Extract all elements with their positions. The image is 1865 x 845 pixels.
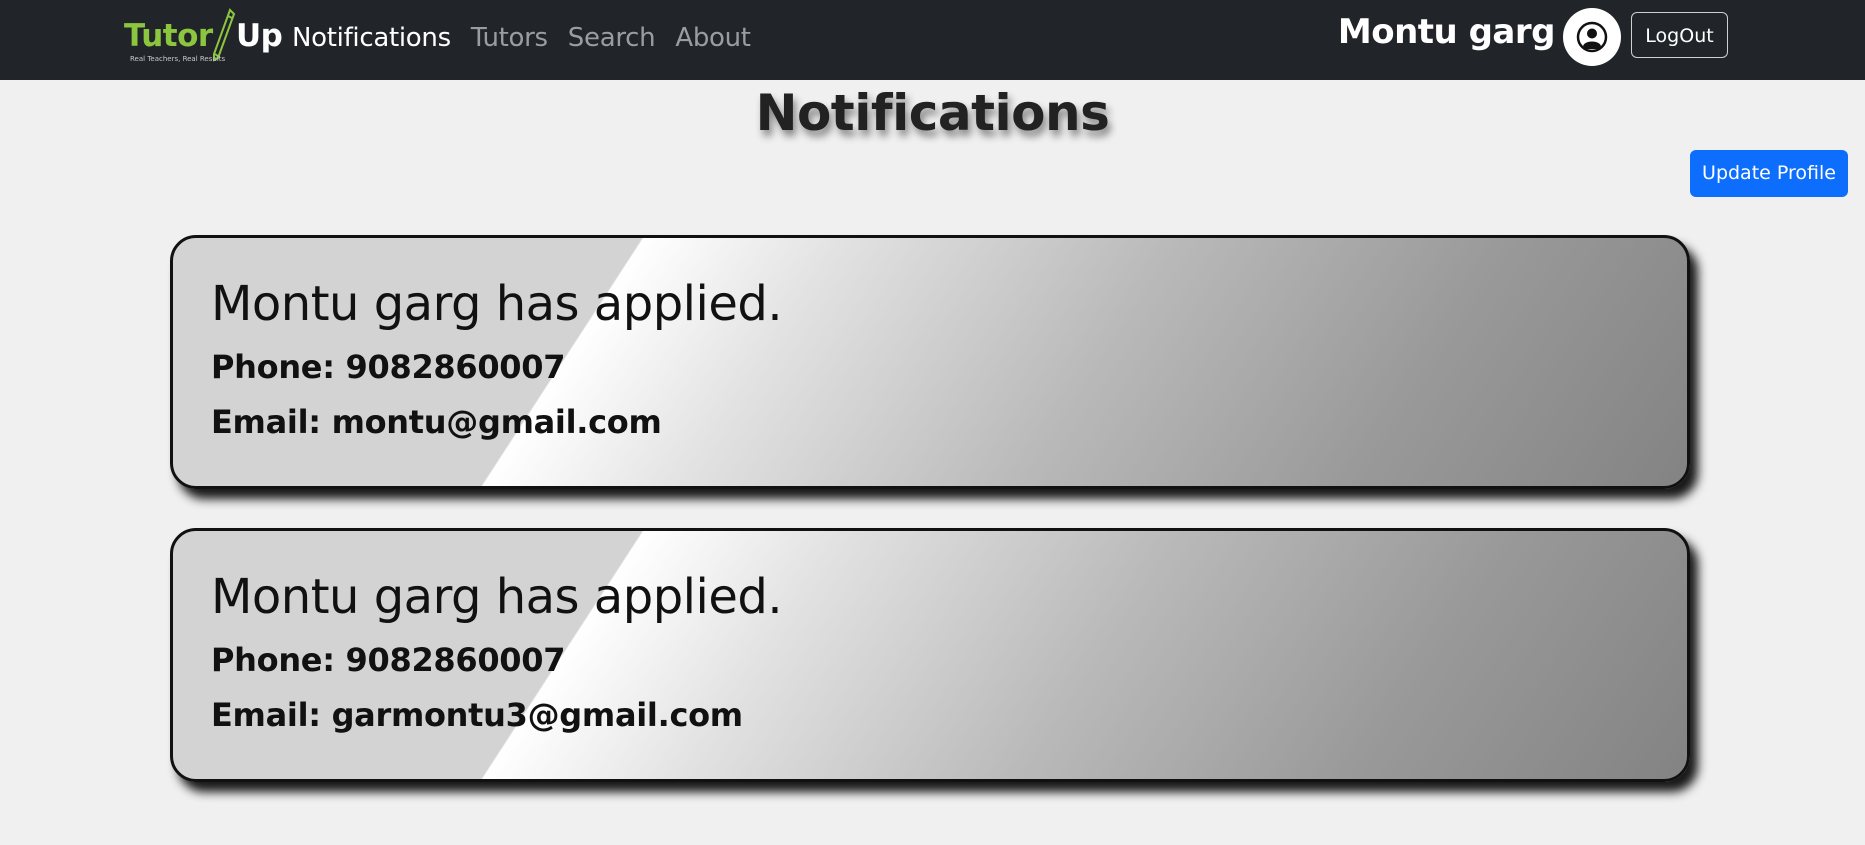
user-circle-icon	[1576, 21, 1608, 53]
brand-tagline: Real Teachers, Real Results	[130, 55, 226, 63]
notification-heading: Montu garg has applied.	[211, 569, 783, 625]
nav-link-search[interactable]: Search	[568, 18, 656, 58]
logout-button[interactable]: LogOut	[1631, 12, 1728, 58]
nav-link-notifications[interactable]: Notifications	[292, 18, 451, 58]
notification-heading: Montu garg has applied.	[211, 276, 783, 332]
notification-email: Email: garmontu3@gmail.com	[211, 696, 743, 734]
notification-email: Email: montu@gmail.com	[211, 403, 662, 441]
nav-link-about[interactable]: About	[675, 18, 751, 58]
brand-word-up: Up	[236, 18, 283, 54]
user-name: Montu garg	[1337, 12, 1556, 52]
notification-phone: Phone: 9082860007	[211, 641, 566, 679]
page-title: Notifications	[755, 84, 1110, 142]
avatar[interactable]	[1563, 8, 1621, 66]
update-profile-button[interactable]: Update Profile	[1690, 150, 1848, 197]
notification-card: Montu garg has applied. Phone: 908286000…	[170, 235, 1690, 489]
brand-word-tutor: Tutor	[124, 18, 213, 54]
notification-card: Montu garg has applied. Phone: 908286000…	[170, 528, 1690, 782]
nav-link-tutors[interactable]: Tutors	[471, 18, 548, 58]
brand-logo[interactable]: Tutor Up Real Teachers, Real Results	[122, 8, 283, 68]
navbar: Tutor Up Real Teachers, Real Results Not…	[0, 0, 1865, 80]
notification-phone: Phone: 9082860007	[211, 348, 566, 386]
nav-links: Notifications Tutors Search About	[292, 18, 771, 58]
